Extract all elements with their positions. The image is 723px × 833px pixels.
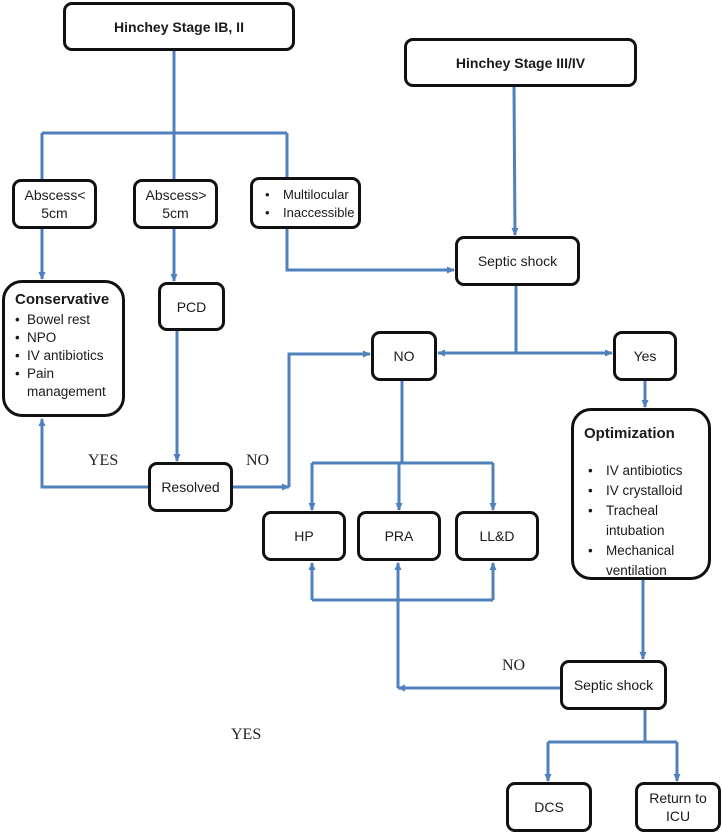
conservative-item: Bowel rest: [15, 311, 114, 329]
conservative-item: NPO: [15, 329, 114, 347]
hinchey-stage-3-4-node: Hinchey Stage III/IV: [404, 38, 637, 87]
optimization-item: IV antibiotics: [584, 461, 700, 481]
edge-label-no-septic-shock-2: NO: [502, 657, 526, 674]
septic-shock-node-2: Septic shock: [560, 660, 667, 710]
hp-node: HP: [262, 511, 346, 561]
septic-shock-node-1: Septic shock: [455, 236, 580, 286]
abscess-gt-5cm-node: Abscess> 5cm: [133, 179, 218, 229]
no-decision-node: NO: [371, 331, 437, 381]
hinchey-stage-1b-2-node: Hinchey Stage IB, II: [63, 2, 295, 51]
septic-shock-2-label: Septic shock: [573, 677, 654, 693]
optimization-title: Optimization: [584, 425, 675, 442]
conservative-list: Bowel rest NPO IV antibiotics Pain manag…: [15, 311, 114, 401]
inaccessible-item: Inaccessible: [263, 204, 355, 222]
conservative-title: Conservative: [15, 291, 110, 308]
wire-hinchey34-to-septic: [511, 86, 519, 236]
dcs-label: DCS: [534, 799, 564, 815]
pra-node: PRA: [357, 511, 441, 561]
optimization-item: IV crystalloid: [584, 481, 700, 501]
edge-label-no-resolved: NO: [246, 452, 270, 469]
conservative-item: IV antibiotics: [15, 347, 114, 365]
conservative-item: Pain management: [15, 365, 114, 401]
lld-node: LL&D: [455, 511, 539, 561]
abscess-lt-5cm-label: Abscess< 5cm: [24, 187, 86, 221]
edge-label-yes-resolved: YES: [88, 452, 119, 469]
pcd-node: PCD: [158, 282, 225, 331]
return-to-icu-node: Return to ICU: [635, 782, 721, 832]
hinchey-stage-1b-2-label: Hinchey Stage IB, II: [114, 18, 244, 35]
pcd-label: PCD: [176, 298, 207, 315]
hp-label: HP: [294, 528, 314, 544]
abscess-gt-5cm-label: Abscess> 5cm: [145, 187, 207, 221]
return-to-icu-label: Return to ICU: [649, 790, 707, 824]
multilocular-item: Multilocular: [263, 186, 350, 204]
optimization-item: Tracheal intubation: [584, 501, 700, 541]
yes-decision-label: Yes: [633, 348, 657, 364]
no-decision-label: NO: [393, 348, 415, 364]
edge-label-yes-floating: YES: [231, 726, 262, 743]
conservative-node: Conservative Bowel rest NPO IV antibioti…: [2, 280, 125, 417]
yes-decision-node: Yes: [613, 331, 677, 381]
wire-no-return: [287, 350, 371, 487]
lld-label: LL&D: [479, 528, 515, 544]
septic-shock-1-label: Septic shock: [477, 253, 558, 269]
abscess-lt-5cm-node: Abscess< 5cm: [12, 179, 97, 229]
multilocular-list: Multilocular Inaccessible: [263, 186, 355, 222]
pra-label: PRA: [384, 528, 414, 544]
hinchey-stage-3-4-label: Hinchey Stage III/IV: [455, 54, 586, 71]
optimization-node: Optimization IV antibiotics IV crystallo…: [571, 408, 711, 580]
resolved-label: Resolved: [161, 479, 220, 495]
optimization-item: Mechanical ventilation: [584, 541, 700, 581]
resolved-node: Resolved: [148, 462, 233, 512]
dcs-node: DCS: [506, 782, 592, 832]
optimization-list: IV antibiotics IV crystalloid Tracheal i…: [584, 461, 700, 581]
wire-multilocular-to-septic: [285, 229, 455, 274]
multilocular-inaccessible-node: Multilocular Inaccessible: [250, 177, 361, 229]
